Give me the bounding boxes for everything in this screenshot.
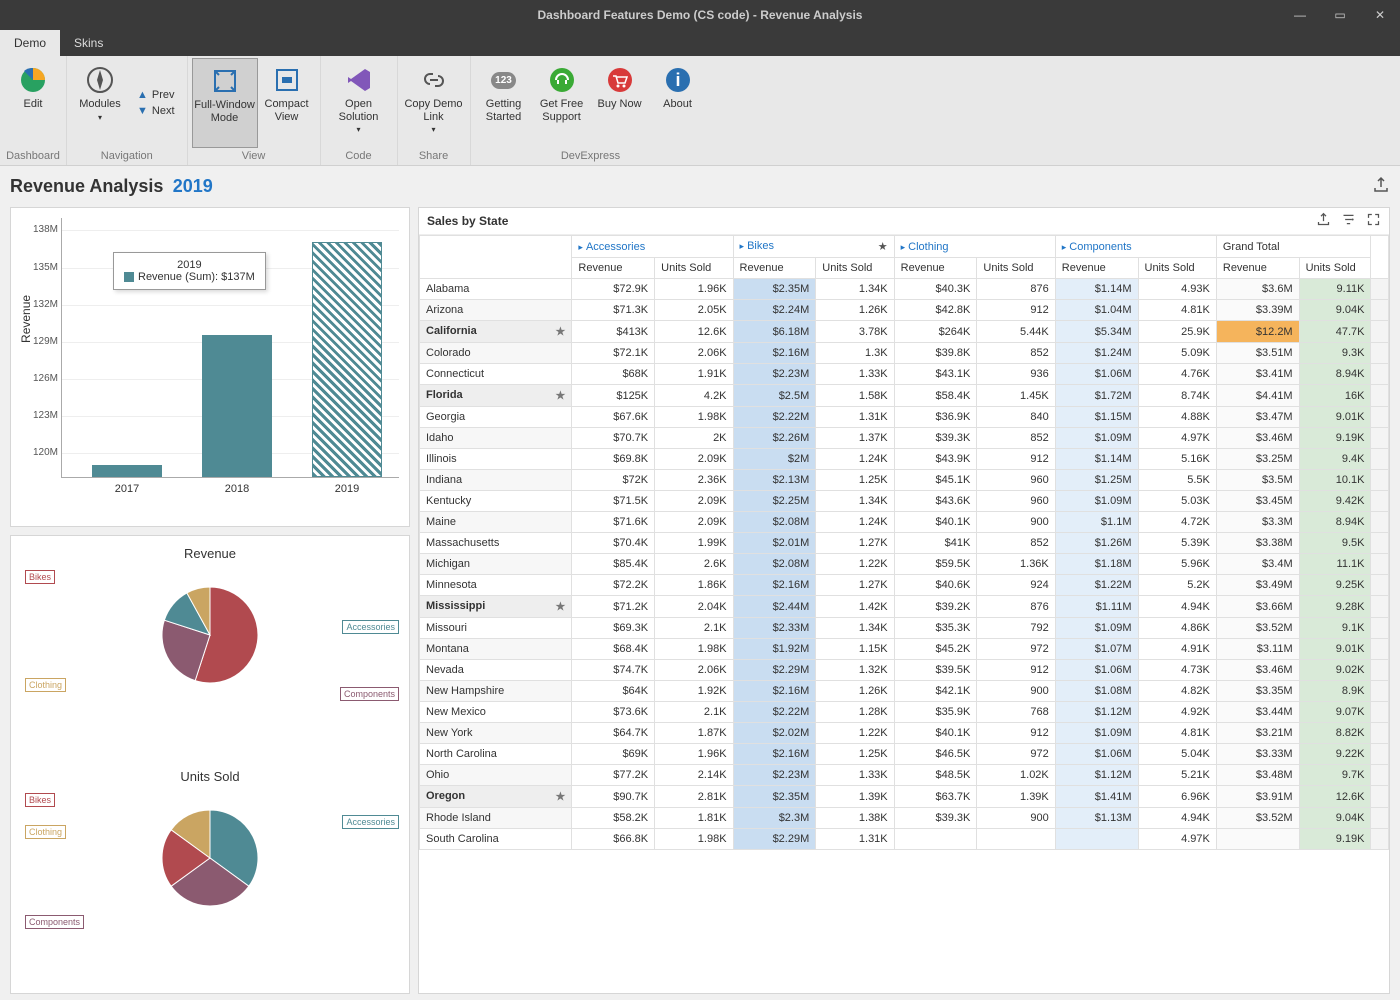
- getting-started-button[interactable]: 123 Getting Started: [475, 58, 533, 148]
- table-row[interactable]: Indiana$72K2.36K$2.13M1.25K$45.1K960$1.2…: [420, 470, 1389, 491]
- table-row[interactable]: Arizona$71.3K2.05K$2.24M1.26K$42.8K912$1…: [420, 300, 1389, 321]
- star-icon: ★: [556, 325, 566, 338]
- pie-label-accessories: Accessories: [342, 620, 399, 634]
- grid-maximize-icon[interactable]: [1366, 212, 1381, 230]
- pie-label-bikes: Bikes: [25, 570, 55, 584]
- maximize-button[interactable]: ▭: [1320, 0, 1360, 30]
- svg-text:i: i: [675, 70, 680, 90]
- info-icon: i: [662, 64, 694, 96]
- pie-label-accessories: Accessories: [342, 815, 399, 829]
- chart-tooltip: 2019 Revenue (Sum): $137M: [113, 252, 266, 290]
- star-icon: ★: [556, 600, 566, 613]
- vs-icon: [343, 64, 375, 96]
- modules-button[interactable]: Modules▾: [71, 58, 129, 148]
- buy-now-button[interactable]: Buy Now: [591, 58, 649, 148]
- table-row[interactable]: California★$413K12.6K$6.18M3.78K$264K5.4…: [420, 321, 1389, 343]
- page-year: 2019: [173, 176, 213, 196]
- export-icon[interactable]: [1372, 176, 1390, 197]
- table-row[interactable]: Alabama$72.9K1.96K$2.35M1.34K$40.3K876$1…: [420, 279, 1389, 300]
- revenue-bar-chart[interactable]: Revenue 120M123M126M129M132M135M138M2017…: [10, 207, 410, 527]
- compass-icon: [84, 64, 116, 96]
- next-button[interactable]: ▼ Next: [137, 105, 175, 117]
- col-group-bikes[interactable]: ▸Bikes★: [733, 236, 894, 258]
- table-row[interactable]: Ohio$77.2K2.14K$2.23M1.33K$48.5K1.02K$1.…: [420, 765, 1389, 786]
- table-row[interactable]: Minnesota$72.2K1.86K$2.16M1.27K$40.6K924…: [420, 575, 1389, 596]
- col-group-accessories[interactable]: ▸Accessories: [572, 236, 733, 258]
- cart-icon: [604, 64, 636, 96]
- triangle-down-icon: ▼: [137, 105, 148, 117]
- grid-title: Sales by State: [427, 214, 508, 228]
- table-row[interactable]: Rhode Island$58.2K1.81K$2.3M1.38K$39.3K9…: [420, 808, 1389, 829]
- table-row[interactable]: Missouri$69.3K2.1K$2.33M1.34K$35.3K792$1…: [420, 618, 1389, 639]
- table-row[interactable]: Massachusetts$70.4K1.99K$2.01M1.27K$41K8…: [420, 533, 1389, 554]
- col-group-components[interactable]: ▸Components: [1055, 236, 1216, 258]
- table-row[interactable]: Nevada$74.7K2.06K$2.29M1.32K$39.5K912$1.…: [420, 660, 1389, 681]
- ribbon-tabstrip: Demo Skins: [0, 30, 1400, 56]
- table-row[interactable]: Maine$71.6K2.09K$2.08M1.24K$40.1K900$1.1…: [420, 512, 1389, 533]
- window-title: Dashboard Features Demo (CS code) - Reve…: [538, 8, 863, 22]
- titlebar: Dashboard Features Demo (CS code) - Reve…: [0, 0, 1400, 30]
- pie-label-clothing: Clothing: [25, 678, 66, 692]
- open-solution-button[interactable]: Open Solution▾: [325, 58, 393, 148]
- table-row[interactable]: New Mexico$73.6K2.1K$2.22M1.28K$35.9K768…: [420, 702, 1389, 723]
- tab-skins[interactable]: Skins: [60, 30, 117, 56]
- table-row[interactable]: Colorado$72.1K2.06K$2.16M1.3K$39.8K852$1…: [420, 343, 1389, 364]
- table-row[interactable]: Connecticut$68K1.91K$2.23M1.33K$43.1K936…: [420, 364, 1389, 385]
- star-icon: ★: [556, 790, 566, 803]
- table-row[interactable]: New Hampshire$64K1.92K$2.16M1.26K$42.1K9…: [420, 681, 1389, 702]
- prev-button[interactable]: ▲ Prev: [137, 89, 175, 101]
- pie-label-components: Components: [25, 915, 84, 929]
- grid-filter-icon[interactable]: [1341, 212, 1356, 230]
- table-row[interactable]: Illinois$69.8K2.09K$2M1.24K$43.9K912$1.1…: [420, 449, 1389, 470]
- table-row[interactable]: Montana$68.4K1.98K$1.92M1.15K$45.2K972$1…: [420, 639, 1389, 660]
- about-button[interactable]: i About: [649, 58, 707, 148]
- table-row[interactable]: New York$64.7K1.87K$2.02M1.22K$40.1K912$…: [420, 723, 1389, 744]
- minimize-button[interactable]: ―: [1280, 0, 1320, 30]
- table-row[interactable]: North Carolina$69K1.96K$2.16M1.25K$46.5K…: [420, 744, 1389, 765]
- compact-view-button[interactable]: Compact View: [258, 58, 316, 148]
- col-group-clothing[interactable]: ▸Clothing: [894, 236, 1055, 258]
- tab-demo[interactable]: Demo: [0, 30, 60, 56]
- grid-export-icon[interactable]: [1316, 212, 1331, 230]
- table-row[interactable]: Florida★$125K4.2K$2.5M1.58K$58.4K1.45K$1…: [420, 385, 1389, 407]
- bar-2017[interactable]: [92, 465, 162, 477]
- support-icon: [546, 64, 578, 96]
- badge-123-icon: 123: [488, 64, 520, 96]
- pie-edit-icon: [17, 64, 49, 96]
- star-icon: ★: [878, 240, 888, 253]
- link-icon: [418, 64, 450, 96]
- copy-demo-link-button[interactable]: Copy Demo Link▾: [402, 58, 466, 148]
- col-grand-total: Grand Total: [1216, 236, 1371, 258]
- close-button[interactable]: ✕: [1360, 0, 1400, 30]
- sales-by-state-grid: Sales by State: [418, 207, 1390, 994]
- ribbon: Edit Dashboard Modules▾ ▲ Prev ▼ Next Na…: [0, 56, 1400, 166]
- pie-label-bikes: Bikes: [25, 793, 55, 807]
- edit-button[interactable]: Edit: [4, 58, 62, 148]
- get-free-support-button[interactable]: Get Free Support: [533, 58, 591, 148]
- table-row[interactable]: Idaho$70.7K2K$2.26M1.37K$39.3K852$1.09M4…: [420, 428, 1389, 449]
- bar-2018[interactable]: [202, 335, 272, 477]
- expand-icon: [209, 65, 241, 97]
- table-row[interactable]: Michigan$85.4K2.6K$2.08M1.22K$59.5K1.36K…: [420, 554, 1389, 575]
- star-icon: ★: [556, 389, 566, 402]
- revenue-pie-charts[interactable]: Revenue BikesComponentsAccessoriesClothi…: [10, 535, 410, 994]
- page-title: Revenue Analysis: [10, 176, 163, 196]
- full-window-mode-button[interactable]: Full-Window Mode: [192, 58, 258, 148]
- bar-2019[interactable]: [312, 242, 382, 477]
- table-row[interactable]: Oregon★$90.7K2.81K$2.35M1.39K$63.7K1.39K…: [420, 786, 1389, 808]
- pie-label-clothing: Clothing: [25, 825, 66, 839]
- table-row[interactable]: Kentucky$71.5K2.09K$2.25M1.34K$43.6K960$…: [420, 491, 1389, 512]
- compact-icon: [271, 64, 303, 96]
- table-row[interactable]: Georgia$67.6K1.98K$2.22M1.31K$36.9K840$1…: [420, 407, 1389, 428]
- pie-label-components: Components: [340, 687, 399, 701]
- table-row[interactable]: Mississippi★$71.2K2.04K$2.44M1.42K$39.2K…: [420, 596, 1389, 618]
- table-row[interactable]: South Carolina$66.8K1.98K$2.29M1.31K4.97…: [420, 829, 1389, 850]
- triangle-up-icon: ▲: [137, 89, 148, 101]
